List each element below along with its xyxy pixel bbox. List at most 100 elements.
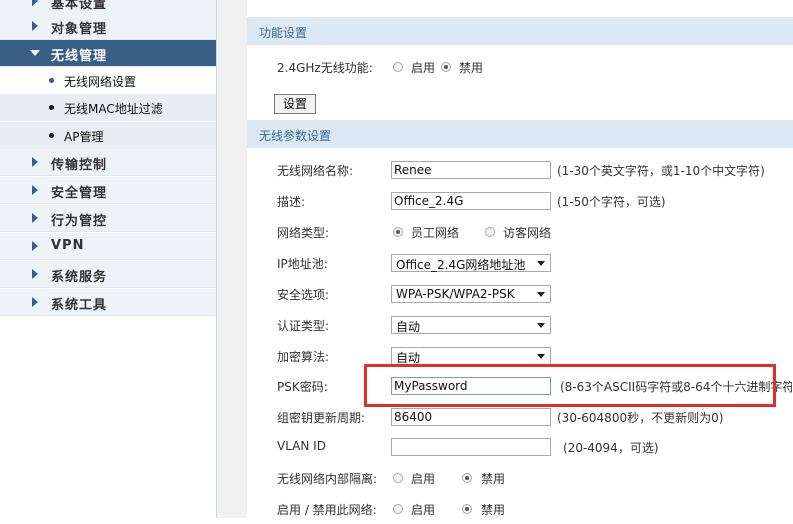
radio-isolation-enable[interactable] — [393, 473, 403, 483]
chevron-right-icon — [32, 157, 38, 167]
radio-label: 启用 — [411, 472, 436, 486]
select-value: 自动 — [396, 320, 421, 334]
radio-network-enable[interactable] — [393, 504, 403, 514]
bullet-icon — [49, 133, 54, 138]
chevron-right-icon — [32, 297, 38, 307]
sidebar-item-label: 传输控制 — [51, 158, 108, 173]
radio-label: 禁用 — [481, 503, 506, 517]
chevron-right-icon — [32, 241, 38, 251]
sidebar-item-system-tools[interactable]: 系统工具 — [0, 289, 216, 316]
sidebar-item-label: 基本设置 — [51, 0, 108, 12]
psk-password-input[interactable] — [391, 377, 551, 395]
radio-employee-network[interactable] — [393, 227, 403, 237]
field-label: IP地址池: — [277, 257, 328, 271]
sidebar-item-label: 安全管理 — [51, 186, 108, 201]
auth-type-select[interactable]: 自动 — [391, 316, 551, 334]
radio-network-disable[interactable] — [462, 504, 472, 514]
field-label: 加密算法: — [277, 350, 330, 364]
select-value: Office_2.4G网络地址池 — [396, 258, 526, 272]
section-header-function-settings: 功能设置 — [247, 17, 793, 45]
radio-label: 禁用 — [459, 61, 484, 75]
field-label: 无线网络内部隔离: — [277, 472, 378, 486]
settings-button[interactable]: 设置 — [274, 94, 317, 114]
sidebar-item-label: 对象管理 — [51, 22, 108, 37]
field-hint: (20-4094，可选) — [563, 441, 659, 455]
sidebar-item-system-services[interactable]: 系统服务 — [0, 261, 216, 288]
row-security-option: 安全选项: WPA-PSK/WPA2-PSK — [247, 279, 793, 309]
section-title: 功能设置 — [259, 26, 308, 40]
sidebar-item-label: 系统服务 — [51, 270, 108, 285]
radio-wifi-disable[interactable] — [441, 62, 451, 72]
sidebar-item-transfer-control[interactable]: 传输控制 — [0, 149, 216, 176]
select-value: WPA-PSK/WPA2-PSK — [396, 287, 515, 301]
chevron-down-icon — [30, 50, 40, 56]
radio-label: 启用 — [411, 503, 436, 517]
sidebar-item-security-management[interactable]: 安全管理 — [0, 177, 216, 204]
row-wifi-24ghz: 2.4GHz无线功能: 启用 禁用 — [247, 52, 793, 82]
radio-label: 员工网络 — [411, 226, 460, 240]
field-hint: (30-604800秒，不更新则为0) — [557, 411, 724, 425]
rekey-period-input[interactable] — [391, 408, 551, 426]
field-hint: (1-50个字符，可选) — [557, 195, 666, 209]
vlan-id-input[interactable] — [391, 438, 551, 456]
row-enable-network: 启用 / 禁用此网络: 启用 禁用 — [247, 494, 793, 524]
description-input[interactable] — [391, 192, 551, 210]
sidebar-subitem-label: AP管理 — [64, 130, 104, 144]
sidebar: 基本设置 对象管理 无线管理 无线网络设置 无线MAC地址过滤 AP管理 传输控… — [0, 0, 217, 518]
row-psk-password: PSK密码: (8-63个ASCII码字符或8-64个十六进制字符) — [247, 371, 793, 401]
field-hint: (8-63个ASCII码字符或8-64个十六进制字符) — [560, 380, 792, 394]
security-option-select[interactable]: WPA-PSK/WPA2-PSK — [391, 285, 551, 303]
row-rekey-period: 组密钥更新周期: (30-604800秒，不更新则为0) — [247, 402, 793, 432]
field-label: 认证类型: — [277, 319, 330, 333]
sidebar-item-label: 行为管控 — [51, 214, 108, 229]
dropdown-arrow-icon — [537, 292, 545, 297]
sidebar-item-vpn[interactable]: VPN — [0, 233, 216, 260]
radio-wifi-enable[interactable] — [393, 62, 403, 72]
sidebar-item-label: VPN — [51, 238, 85, 253]
radio-label: 启用 — [411, 61, 436, 75]
field-label: 安全选项: — [277, 288, 330, 302]
field-label: 组密钥更新周期: — [277, 411, 366, 425]
row-description: 描述: (1-50个字符，可选) — [247, 186, 793, 216]
bullet-icon — [49, 105, 54, 110]
field-label: 无线网络名称: — [277, 164, 354, 178]
sidebar-subitem-ap-management[interactable]: AP管理 — [0, 122, 216, 149]
main-content: 功能设置 2.4GHz无线功能: 启用 禁用 设置 无线参数设置 无线网络名称:… — [217, 0, 793, 518]
bullet-icon — [49, 78, 54, 83]
row-encryption: 加密算法: 自动 — [247, 341, 793, 371]
field-label: 描述: — [277, 195, 306, 209]
sidebar-item-behavior-control[interactable]: 行为管控 — [0, 205, 216, 232]
ssid-input[interactable] — [391, 161, 551, 179]
field-label: 2.4GHz无线功能: — [277, 61, 373, 75]
ip-pool-select[interactable]: Office_2.4G网络地址池 — [391, 254, 551, 272]
row-auth-type: 认证类型: 自动 — [247, 310, 793, 340]
sidebar-subitem-label: 无线MAC地址过滤 — [64, 102, 163, 116]
chevron-right-icon — [32, 0, 38, 6]
dropdown-arrow-icon — [537, 323, 545, 328]
encryption-select[interactable]: 自动 — [391, 347, 551, 365]
section-header-wireless-params: 无线参数设置 — [247, 120, 793, 148]
sidebar-item-wireless-management[interactable]: 无线管理 — [0, 40, 216, 67]
sidebar-item-label: 系统工具 — [51, 298, 108, 313]
row-vlan-id: VLAN ID (20-4094，可选) — [247, 432, 793, 462]
dropdown-arrow-icon — [537, 261, 545, 266]
row-wireless-isolation: 无线网络内部隔离: 启用 禁用 — [247, 463, 793, 493]
row-ip-pool: IP地址池: Office_2.4G网络地址池 — [247, 248, 793, 278]
sidebar-subitem-label: 无线网络设置 — [64, 75, 137, 89]
chevron-right-icon — [32, 269, 38, 279]
field-label: VLAN ID — [277, 439, 326, 453]
field-label: 启用 / 禁用此网络: — [277, 503, 377, 517]
sidebar-item-object-management[interactable]: 对象管理 — [0, 13, 216, 40]
sidebar-subitem-wireless-mac-filter[interactable]: 无线MAC地址过滤 — [0, 94, 216, 121]
row-network-type: 网络类型: 员工网络 访客网络 — [247, 217, 793, 247]
radio-label: 禁用 — [481, 472, 506, 486]
chevron-right-icon — [32, 213, 38, 223]
radio-isolation-disable[interactable] — [462, 473, 472, 483]
section-title: 无线参数设置 — [259, 129, 332, 143]
sidebar-subitem-wireless-network-settings[interactable]: 无线网络设置 — [0, 67, 216, 94]
chevron-right-icon — [32, 21, 38, 31]
chevron-right-icon — [32, 185, 38, 195]
radio-guest-network[interactable] — [485, 227, 495, 237]
field-label: PSK密码: — [277, 380, 328, 394]
field-hint: (1-30个英文字符，或1-10个中文字符) — [557, 164, 765, 178]
